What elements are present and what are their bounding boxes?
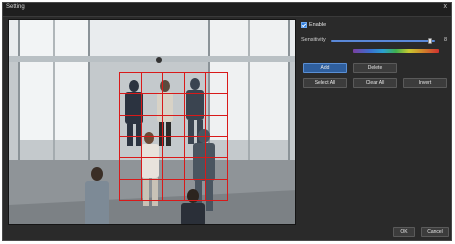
grid-cell[interactable] [140,72,164,95]
grid-cell[interactable] [119,157,142,180]
grid-cell[interactable] [162,114,185,137]
enable-label: Enable [309,22,327,28]
grid-cell[interactable] [162,178,185,201]
grid-cell[interactable] [162,72,185,95]
sensitivity-color-scale [353,49,439,53]
sensitivity-value: 8 [443,37,447,43]
window-title: Setting [6,4,25,10]
grid-cell[interactable] [205,178,228,201]
title-bar: Setting x [3,3,451,17]
camera-preview[interactable] [8,19,296,225]
grid-cell[interactable] [140,93,164,116]
grid-cell[interactable] [205,93,228,116]
ok-button[interactable]: OK [393,227,415,237]
cancel-button[interactable]: Cancel [421,227,449,237]
add-button[interactable]: Add [303,63,347,73]
sensitivity-label: Sensitivity [301,37,326,43]
select-all-button[interactable]: Select All [303,78,347,88]
grid-cell[interactable] [183,157,207,180]
settings-window: Setting x Enable Sensitivity 8 Add Delet… [2,2,452,241]
grid-cell[interactable] [205,114,228,137]
grid-cell[interactable] [205,72,228,95]
grid-cell[interactable] [183,93,207,116]
invert-button[interactable]: Invert [403,78,447,88]
sensitivity-slider[interactable] [331,38,435,44]
grid-cell[interactable] [183,136,207,159]
delete-button[interactable]: Delete [353,63,397,73]
grid-cell[interactable] [183,114,207,137]
enable-checkbox[interactable] [301,22,307,28]
grid-cell[interactable] [162,136,185,159]
grid-cell[interactable] [140,136,164,159]
grid-cell[interactable] [140,114,164,137]
sensitivity-row: Sensitivity 8 [301,37,451,45]
enable-row[interactable]: Enable [301,21,326,29]
grid-cell[interactable] [162,157,185,180]
close-icon[interactable]: x [444,3,448,10]
grid-cell[interactable] [205,136,228,159]
grid-cell[interactable] [119,114,142,137]
grid-cell[interactable] [119,72,142,95]
grid-cell[interactable] [119,93,142,116]
grid-cell[interactable] [183,72,207,95]
grid-cell[interactable] [140,178,164,201]
grid-cell[interactable] [205,157,228,180]
clear-all-button[interactable]: Clear All [353,78,397,88]
sensitivity-slider-thumb[interactable] [427,38,432,44]
grid-cell[interactable] [162,93,185,116]
grid-cell[interactable] [119,136,142,159]
settings-panel: Enable Sensitivity 8 Add Delete Select A… [301,19,451,239]
grid-cell[interactable] [140,157,164,180]
detection-grid[interactable] [119,72,228,201]
grid-cell[interactable] [183,178,207,201]
grid-cell[interactable] [119,178,142,201]
